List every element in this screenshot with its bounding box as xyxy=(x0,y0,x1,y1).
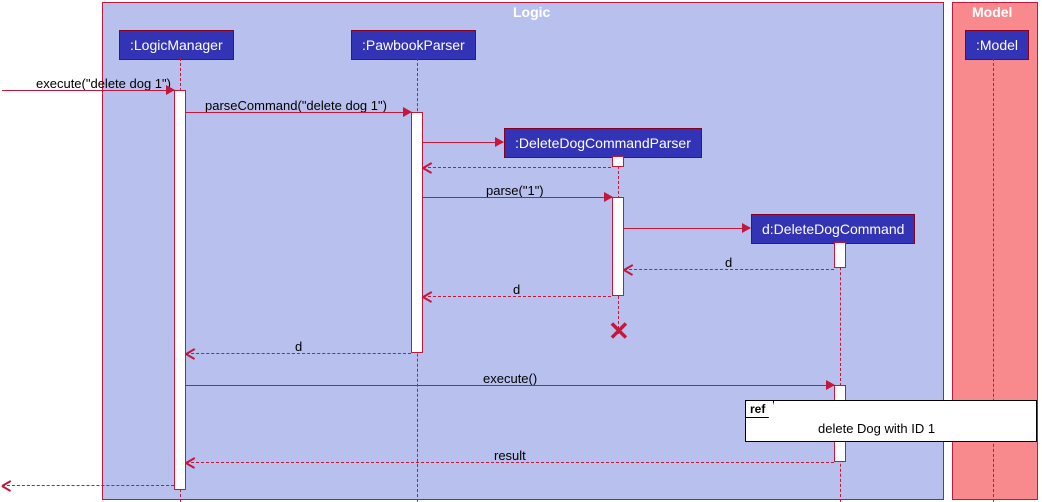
ref-box: ref delete Dog with ID 1 xyxy=(745,400,1037,442)
msg-parsecommand-label: parseCommand("delete dog 1") xyxy=(205,98,387,113)
msg-parsecommand-line xyxy=(186,112,411,113)
destroy-icon: ✕ xyxy=(608,316,630,347)
msg-create-parser-return xyxy=(423,167,611,168)
ref-tag: ref xyxy=(746,401,774,418)
msg-d2-line xyxy=(423,296,611,297)
msg-result-line xyxy=(186,462,834,463)
msg-d3-label: d xyxy=(295,339,302,354)
msg-d1-line xyxy=(624,269,834,270)
pawbook-parser-participant: :PawbookParser xyxy=(351,30,476,60)
msg-d1-label: d xyxy=(725,255,732,270)
activation-delete-parser-2 xyxy=(612,197,624,296)
activation-pawbook-parser xyxy=(411,112,423,353)
logic-manager-participant: :LogicManager xyxy=(119,30,234,60)
msg-parsecommand-head xyxy=(403,107,412,117)
msg-create-parser-head xyxy=(495,137,504,147)
delete-dog-command-parser-participant: :DeleteDogCommandParser xyxy=(504,128,702,158)
msg-parse-label: parse("1") xyxy=(486,183,544,198)
msg-execute2-label: execute() xyxy=(483,371,537,386)
msg-result-head xyxy=(186,457,196,467)
msg-d3-head xyxy=(186,348,196,358)
msg-execute1-line xyxy=(2,90,174,91)
msg-execute2-head xyxy=(826,380,835,390)
delete-dog-command-participant: d:DeleteDogCommand xyxy=(751,214,915,244)
msg-d2-head xyxy=(423,291,433,301)
msg-parse-line xyxy=(423,197,612,198)
model-title: Model xyxy=(972,4,1012,20)
msg-d1-head xyxy=(624,264,634,274)
lifeline-delete-command xyxy=(840,242,841,502)
ref-text: delete Dog with ID 1 xyxy=(818,421,935,436)
activation-logic-manager xyxy=(174,90,186,490)
msg-create-command-head xyxy=(742,223,751,233)
msg-create-parser-line xyxy=(423,142,503,143)
msg-final-return-head xyxy=(2,480,12,490)
msg-d3-line xyxy=(186,353,411,354)
msg-execute1-label: execute("delete dog 1") xyxy=(36,76,171,91)
msg-d2-label: d xyxy=(513,282,520,297)
msg-result-label: result xyxy=(494,448,526,463)
msg-create-parser-return-head xyxy=(423,162,433,172)
msg-final-return-line xyxy=(2,485,174,486)
msg-execute1-head xyxy=(166,85,175,95)
activation-delete-command-1 xyxy=(834,242,846,268)
msg-execute2-line xyxy=(186,385,834,386)
logic-title: Logic xyxy=(513,4,550,20)
msg-parse-head xyxy=(604,192,613,202)
msg-create-command-line xyxy=(624,228,750,229)
activation-delete-parser-1 xyxy=(612,156,624,167)
model-participant: :Model xyxy=(965,30,1029,60)
